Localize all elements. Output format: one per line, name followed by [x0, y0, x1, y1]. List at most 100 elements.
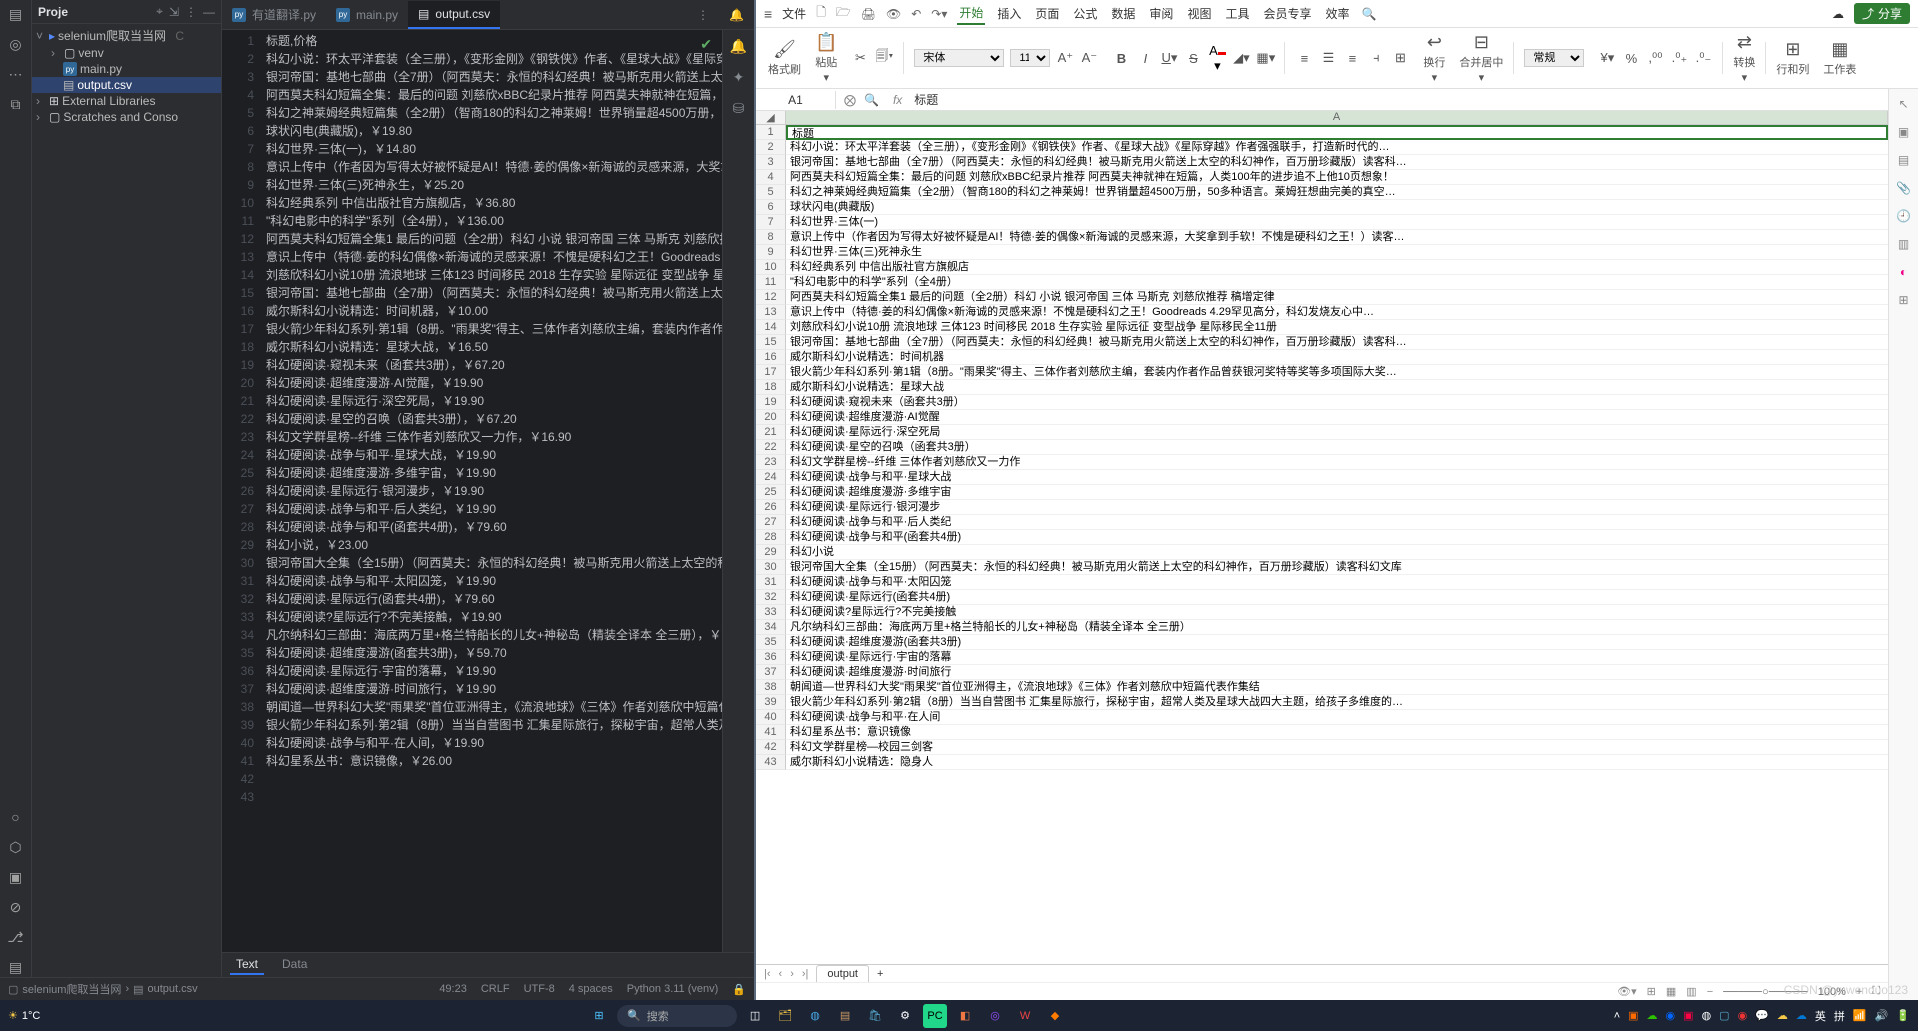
notifications-icon[interactable]: 🔔 — [719, 2, 754, 28]
editor-content[interactable]: 标题,价格科幻小说：环太平洋套装（全三册），《变形金刚》《钢铁侠》作者、《星球大… — [262, 30, 722, 952]
cell[interactable]: 科幻硬阅读·战争与和平·太阳囚笼 — [786, 575, 1888, 590]
row-header[interactable]: 18 — [756, 380, 786, 395]
row-header[interactable]: 33 — [756, 605, 786, 620]
table-row[interactable]: 19科幻硬阅读·窥视未来（函套共3册） — [756, 395, 1888, 410]
last-sheet-icon[interactable]: ›| — [802, 968, 809, 980]
indent[interactable]: 4 spaces — [569, 983, 613, 996]
row-header[interactable]: 7 — [756, 215, 786, 230]
row-header[interactable]: 5 — [756, 185, 786, 200]
dec-dec-icon[interactable]: .⁰₋ — [1694, 50, 1712, 66]
row-header[interactable]: 39 — [756, 695, 786, 710]
cell[interactable]: 科幻硬阅读·星际远行·宇宙的落幕 — [786, 650, 1888, 665]
cell[interactable]: 银河帝国：基地七部曲（全7册）（阿西莫夫：永恒的科幻经典！被马斯克用火箭送上太空… — [786, 155, 1888, 170]
table-row[interactable]: 9科幻世界·三体(三)死神永生 — [756, 245, 1888, 260]
project-tool-icon[interactable]: ▤ — [6, 4, 26, 24]
text-view-tab[interactable]: Text — [230, 955, 264, 975]
menu-效率[interactable]: 效率 — [1323, 3, 1351, 24]
row-header[interactable]: 36 — [756, 650, 786, 665]
more-tool-icon[interactable]: ⧉ — [6, 94, 26, 114]
wps-icon[interactable]: W — [1013, 1004, 1037, 1028]
app4-icon[interactable]: ◆ — [1043, 1004, 1067, 1028]
row-header[interactable]: 38 — [756, 680, 786, 695]
cell[interactable]: 科幻硬阅读·战争与和平·星球大战 — [786, 470, 1888, 485]
code-line[interactable]: 科幻硬阅读·战争与和平·后人类纪，￥19.90 — [262, 500, 722, 518]
code-line[interactable]: 银河帝国：基地七部曲（全7册）（阿西莫夫：永恒的科幻经典！被马斯克用火箭送上太空… — [262, 68, 722, 86]
tray-app7-icon[interactable]: 💬 — [1755, 1009, 1769, 1022]
bold-icon[interactable]: B — [1112, 51, 1130, 66]
cursor-position[interactable]: 49:23 — [439, 983, 467, 996]
cell[interactable]: 科幻硬阅读?星际远行?不完美接触 — [786, 605, 1888, 620]
table-row[interactable]: 29科幻小说 — [756, 545, 1888, 560]
services-icon[interactable]: ⬡ — [6, 837, 26, 857]
code-line[interactable]: 刘慈欣科幻小说10册 流浪地球 三体123 时间移民 2018 生存实验 星际远… — [262, 266, 722, 284]
cell[interactable]: 科幻小说 — [786, 545, 1888, 560]
app2-icon[interactable]: ◧ — [953, 1004, 977, 1028]
ai-assist-icon[interactable]: ✦ — [733, 69, 745, 86]
code-line[interactable]: 银火箭少年科幻系列·第2辑（8册）当当自营图书 汇集星际旅行，探秘宇宙，超常人类… — [262, 716, 722, 734]
cell[interactable]: 银火箭少年科幻系列·第1辑（8册。"雨果奖"得主、三体作者刘慈欣主编，套装内作者… — [786, 365, 1888, 380]
menu-审阅[interactable]: 审阅 — [1147, 3, 1175, 24]
code-line[interactable]: 银河帝国大全集（全15册）（阿西莫夫：永恒的科幻经典！被马斯克用火箭送上太空的科… — [262, 554, 722, 572]
cell[interactable]: 凡尔纳科幻三部曲：海底两万里+格兰特船长的儿女+神秘岛（精装全译本 全三册） — [786, 620, 1888, 635]
next-sheet-icon[interactable]: › — [790, 968, 794, 980]
table-row[interactable]: 30银河帝国大全集（全15册）（阿西莫夫：永恒的科幻经典！被马斯克用火箭送上太空… — [756, 560, 1888, 575]
code-line[interactable]: 科幻小说，￥23.00 — [262, 536, 722, 554]
table-row[interactable]: 26科幻硬阅读·星际远行·银河漫步 — [756, 500, 1888, 515]
strike-icon[interactable]: S — [1184, 51, 1202, 66]
row-header[interactable]: 21 — [756, 425, 786, 440]
table-row[interactable]: 1标题 — [756, 125, 1888, 140]
component-icon[interactable]: ⊞ — [1898, 293, 1908, 307]
code-line[interactable]: "科幻电影中的科学"系列（全4册），￥136.00 — [262, 212, 722, 230]
cell[interactable]: 标题 — [786, 125, 1888, 140]
table-row[interactable]: 8意识上传中（作者因为写得太好被怀疑是AI！特德·姜的偶像×新海诚的灵感来源，大… — [756, 230, 1888, 245]
cell[interactable]: 科幻硬阅读·战争与和平(函套共4册) — [786, 530, 1888, 545]
table-row[interactable]: 15银河帝国：基地七部曲（全7册）（阿西莫夫：永恒的科幻经典！被马斯克用火箭送上… — [756, 335, 1888, 350]
dec-inc-icon[interactable]: .⁰₊ — [1670, 50, 1688, 66]
tray-onedrive-icon[interactable]: ☁ — [1796, 1009, 1807, 1022]
table-row[interactable]: 17银火箭少年科幻系列·第1辑（8册。"雨果奖"得主、三体作者刘慈欣主编，套装内… — [756, 365, 1888, 380]
code-line[interactable]: 科幻世界·三体(三)死神永生，￥25.20 — [262, 176, 722, 194]
row-header[interactable]: 35 — [756, 635, 786, 650]
name-box[interactable]: A1 — [756, 91, 836, 109]
preview-icon[interactable]: 👁 — [886, 7, 901, 21]
code-line[interactable]: 科幻硬阅读·超维度漫游(函套共3册)，￥59.70 — [262, 644, 722, 662]
code-line[interactable]: 凡尔纳科幻三部曲：海底两万里+格兰特船长的儿女+神秘岛（精装全译本 全三册），￥… — [262, 626, 722, 644]
cloud-sync-icon[interactable]: ☁ — [1832, 7, 1844, 21]
ime-lang[interactable]: 英 — [1815, 1008, 1826, 1024]
cell[interactable]: 科幻硬阅读·星际远行(函套共4册) — [786, 590, 1888, 605]
tree-main-py[interactable]: pymain.py — [32, 61, 221, 77]
tree-root[interactable]: ˅▸selenium爬取当当网 C — [32, 26, 221, 45]
menu-工具[interactable]: 工具 — [1223, 3, 1251, 24]
row-header[interactable]: 3 — [756, 155, 786, 170]
readonly-lock-icon[interactable]: 🔒 — [732, 983, 746, 996]
first-sheet-icon[interactable]: |‹ — [764, 968, 771, 980]
border-icon[interactable]: ▦▾ — [1256, 50, 1274, 66]
row-header[interactable]: 26 — [756, 500, 786, 515]
tray-app1-icon[interactable]: ▣ — [1628, 1009, 1638, 1022]
table-row[interactable]: 43威尔斯科幻小说精选：隐身人 — [756, 755, 1888, 770]
fx-search-icon[interactable]: 🔍 — [864, 93, 879, 107]
cell[interactable]: 威尔斯科幻小说精选：隐身人 — [786, 755, 1888, 770]
row-header[interactable]: 20 — [756, 410, 786, 425]
cell[interactable]: 阿西莫夫科幻短篇全集：最后的问题 刘慈欣xBBC纪录片推荐 阿西莫夫神就神在短篇… — [786, 170, 1888, 185]
share-button[interactable]: ⤴分享 — [1854, 3, 1910, 24]
row-header[interactable]: 1 — [756, 125, 786, 140]
tray-app2-icon[interactable]: ◉ — [1666, 1009, 1676, 1022]
tree-venv[interactable]: ›▢venv — [32, 45, 221, 61]
merge-icon[interactable]: ⊞ — [1391, 50, 1409, 66]
settings-app-icon[interactable]: ⚙ — [893, 1004, 917, 1028]
select-tool-icon[interactable]: ↖ — [1898, 97, 1908, 111]
ime-mode[interactable]: 拼 — [1834, 1008, 1845, 1024]
tree-scratches[interactable]: ›▢Scratches and Conso — [32, 109, 221, 125]
settings-icon[interactable]: ⋮ — [185, 5, 197, 19]
row-header[interactable]: 14 — [756, 320, 786, 335]
tray-app8-icon[interactable]: ☁ — [1777, 1009, 1788, 1022]
collapse-icon[interactable]: ⇲ — [169, 5, 179, 19]
start-button[interactable]: ⊞ — [587, 1004, 611, 1028]
cell[interactable]: 科幻经典系列 中信出版社官方旗舰店 — [786, 260, 1888, 275]
cell[interactable]: 科幻硬阅读·超维度漫游·AI觉醒 — [786, 410, 1888, 425]
table-row[interactable]: 40科幻硬阅读·战争与和平·在人间 — [756, 710, 1888, 725]
weather-widget[interactable]: ☀1°C — [8, 1009, 40, 1022]
table-row[interactable]: 22科幻硬阅读·星空的召唤（函套共3册） — [756, 440, 1888, 455]
font-color-icon[interactable]: A▾ — [1208, 43, 1226, 74]
